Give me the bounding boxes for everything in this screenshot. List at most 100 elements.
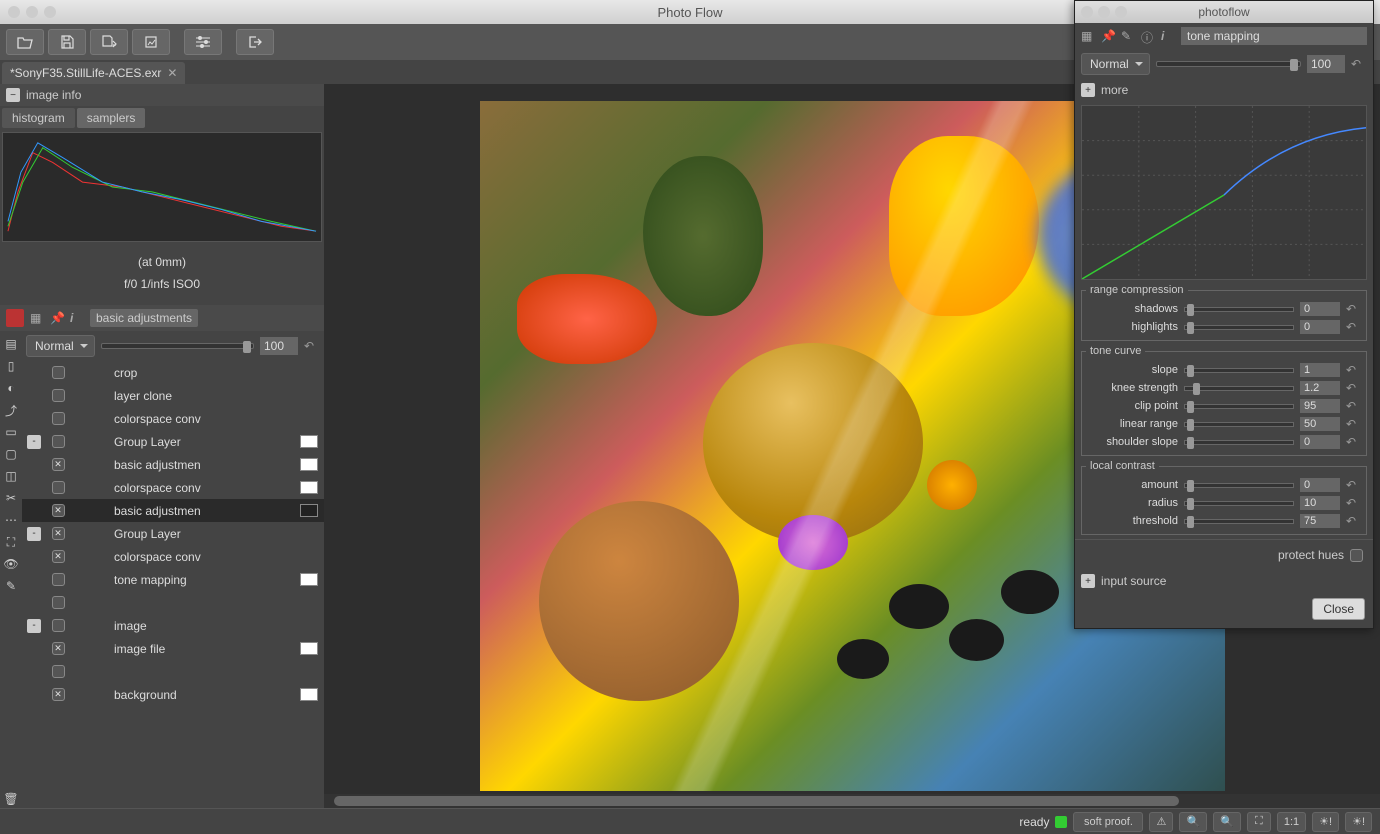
save-button[interactable] [48, 29, 86, 55]
layer-row[interactable]: layer clone [22, 384, 324, 407]
layer-expand-icon[interactable]: - [27, 435, 41, 449]
layer-visible-checkbox[interactable]: ✕ [52, 642, 65, 655]
layer-swatch[interactable] [300, 642, 318, 655]
threshold-input[interactable]: 75 [1300, 514, 1340, 528]
clip-point-input[interactable]: 95 [1300, 399, 1340, 413]
layer-row[interactable]: ✕image file [22, 637, 324, 660]
module-edit-icon[interactable]: ✎ [1121, 29, 1135, 43]
save-as-button[interactable] [90, 29, 128, 55]
zoom-in-button[interactable]: 🔍 [1213, 812, 1241, 832]
panel-close-icon[interactable] [1081, 6, 1093, 18]
brush-tool-icon[interactable]: ✎ [2, 577, 20, 595]
linear-range-input[interactable]: 50 [1300, 417, 1340, 431]
export-button[interactable] [132, 29, 170, 55]
layer-swatch[interactable] [300, 688, 318, 701]
layer-swatch[interactable] [300, 458, 318, 471]
module-blend-select[interactable]: Normal [1081, 53, 1150, 75]
eye-tool-icon[interactable]: 👁 [2, 555, 20, 573]
curve-tool-icon[interactable]: ⤴ [2, 401, 20, 419]
layer-row[interactable]: crop [22, 361, 324, 384]
layer-swatch[interactable] [300, 504, 318, 517]
layer-visible-checkbox[interactable] [52, 596, 65, 609]
layer-row[interactable]: -✕Group Layer [22, 522, 324, 545]
crop-tool-icon[interactable]: ✂ [2, 489, 20, 507]
input-source-expand-icon[interactable]: + [1081, 574, 1095, 588]
tab-samplers[interactable]: samplers [77, 108, 146, 128]
layer-visible-checkbox[interactable]: ✕ [52, 458, 65, 471]
layer-visible-checkbox[interactable] [52, 435, 65, 448]
module-reset-icon[interactable]: ↶ [1351, 57, 1367, 71]
module-name-input[interactable]: tone mapping [1181, 27, 1367, 45]
slope-slider[interactable] [1184, 368, 1294, 373]
layer-row[interactable]: ✕basic adjustmen [22, 453, 324, 476]
shadow-warning-icon[interactable]: ☀! [1345, 812, 1372, 832]
tab-histogram[interactable]: histogram [2, 108, 75, 128]
layer-visible-checkbox[interactable] [52, 619, 65, 632]
clip-point-reset-icon[interactable]: ↶ [1346, 399, 1362, 413]
layer-visible-checkbox[interactable] [52, 665, 65, 678]
layer-row[interactable]: -Group Layer [22, 430, 324, 453]
module-opacity-slider[interactable] [1156, 61, 1301, 67]
blend-mode-select[interactable]: Normal [26, 335, 95, 357]
layer-row[interactable]: ✕colorspace conv [22, 545, 324, 568]
horizontal-scrollbar[interactable] [324, 794, 1380, 808]
expand-icon[interactable]: ▦ [30, 311, 44, 325]
knee-strength-slider[interactable] [1184, 386, 1294, 391]
layer-visible-checkbox[interactable] [52, 412, 65, 425]
highlights-input[interactable]: 0 [1300, 320, 1340, 334]
image-info-header[interactable]: − image info [0, 84, 324, 106]
slope-input[interactable]: 1 [1300, 363, 1340, 377]
minimize-window-icon[interactable] [26, 6, 38, 18]
pin-icon[interactable]: 📌 [50, 311, 64, 325]
shadows-slider[interactable] [1184, 307, 1294, 312]
amount-reset-icon[interactable]: ↶ [1346, 478, 1362, 492]
opacity-input[interactable]: 100 [260, 337, 298, 355]
close-button[interactable]: Close [1312, 598, 1365, 620]
highlights-slider[interactable] [1184, 325, 1294, 330]
amount-slider[interactable] [1184, 483, 1294, 488]
shadows-input[interactable]: 0 [1300, 302, 1340, 316]
exit-button[interactable] [236, 29, 274, 55]
threshold-slider[interactable] [1184, 519, 1294, 524]
layer-swatch[interactable] [300, 435, 318, 448]
zoom-fit-button[interactable]: ⛶ [1247, 812, 1271, 832]
shoulder-slope-reset-icon[interactable]: ↶ [1346, 435, 1362, 449]
threshold-reset-icon[interactable]: ↶ [1346, 514, 1362, 528]
highlights-reset-icon[interactable]: ↶ [1346, 320, 1362, 334]
zoom-one-to-one-button[interactable]: 1:1 [1277, 812, 1306, 832]
module-opacity-input[interactable]: 100 [1307, 55, 1345, 73]
module-italic-info-icon[interactable]: i [1161, 29, 1175, 43]
layer-row[interactable]: colorspace conv [22, 407, 324, 430]
info-icon[interactable]: i [70, 311, 84, 325]
warning-toggle-icon[interactable]: ⚠ [1149, 812, 1173, 832]
zoom-window-icon[interactable] [44, 6, 56, 18]
panel-zoom-icon[interactable] [1115, 6, 1127, 18]
highlight-warning-icon[interactable]: ☀! [1312, 812, 1339, 832]
layer-row[interactable]: colorspace conv [22, 476, 324, 499]
layer-visible-checkbox[interactable] [52, 481, 65, 494]
expand-tool-icon[interactable]: ⛶ [2, 533, 20, 551]
close-tab-icon[interactable]: ✕ [167, 66, 177, 80]
close-window-icon[interactable] [8, 6, 20, 18]
radius-input[interactable]: 10 [1300, 496, 1340, 510]
layer-row[interactable]: -image [22, 614, 324, 637]
protect-hues-checkbox[interactable] [1350, 549, 1363, 562]
shoulder-slope-slider[interactable] [1184, 440, 1294, 445]
layer-row[interactable]: ✕background [22, 683, 324, 706]
layer-expand-icon[interactable]: - [27, 619, 41, 633]
linear-range-slider[interactable] [1184, 422, 1294, 427]
module-titlebar[interactable]: photoflow [1075, 1, 1373, 23]
document-tab[interactable]: *SonyF35.StillLife-ACES.exr ✕ [2, 62, 185, 84]
layer-visible-checkbox[interactable]: ✕ [52, 504, 65, 517]
misc-tool-icon[interactable]: ⋯ [2, 511, 20, 529]
layer-visible-checkbox[interactable]: ✕ [52, 527, 65, 540]
shoulder-slope-input[interactable]: 0 [1300, 435, 1340, 449]
clip-point-slider[interactable] [1184, 404, 1294, 409]
module-info-icon[interactable]: ⓘ [1141, 29, 1155, 43]
gradient-tool-icon[interactable]: ▤ [2, 335, 20, 353]
layer-swatch[interactable] [300, 481, 318, 494]
opacity-slider[interactable] [101, 343, 254, 349]
layer-row[interactable]: ✕basic adjustmen [22, 499, 324, 522]
zoom-out-button[interactable]: 🔍 [1179, 812, 1207, 832]
tone-curve-display[interactable] [1081, 105, 1367, 280]
